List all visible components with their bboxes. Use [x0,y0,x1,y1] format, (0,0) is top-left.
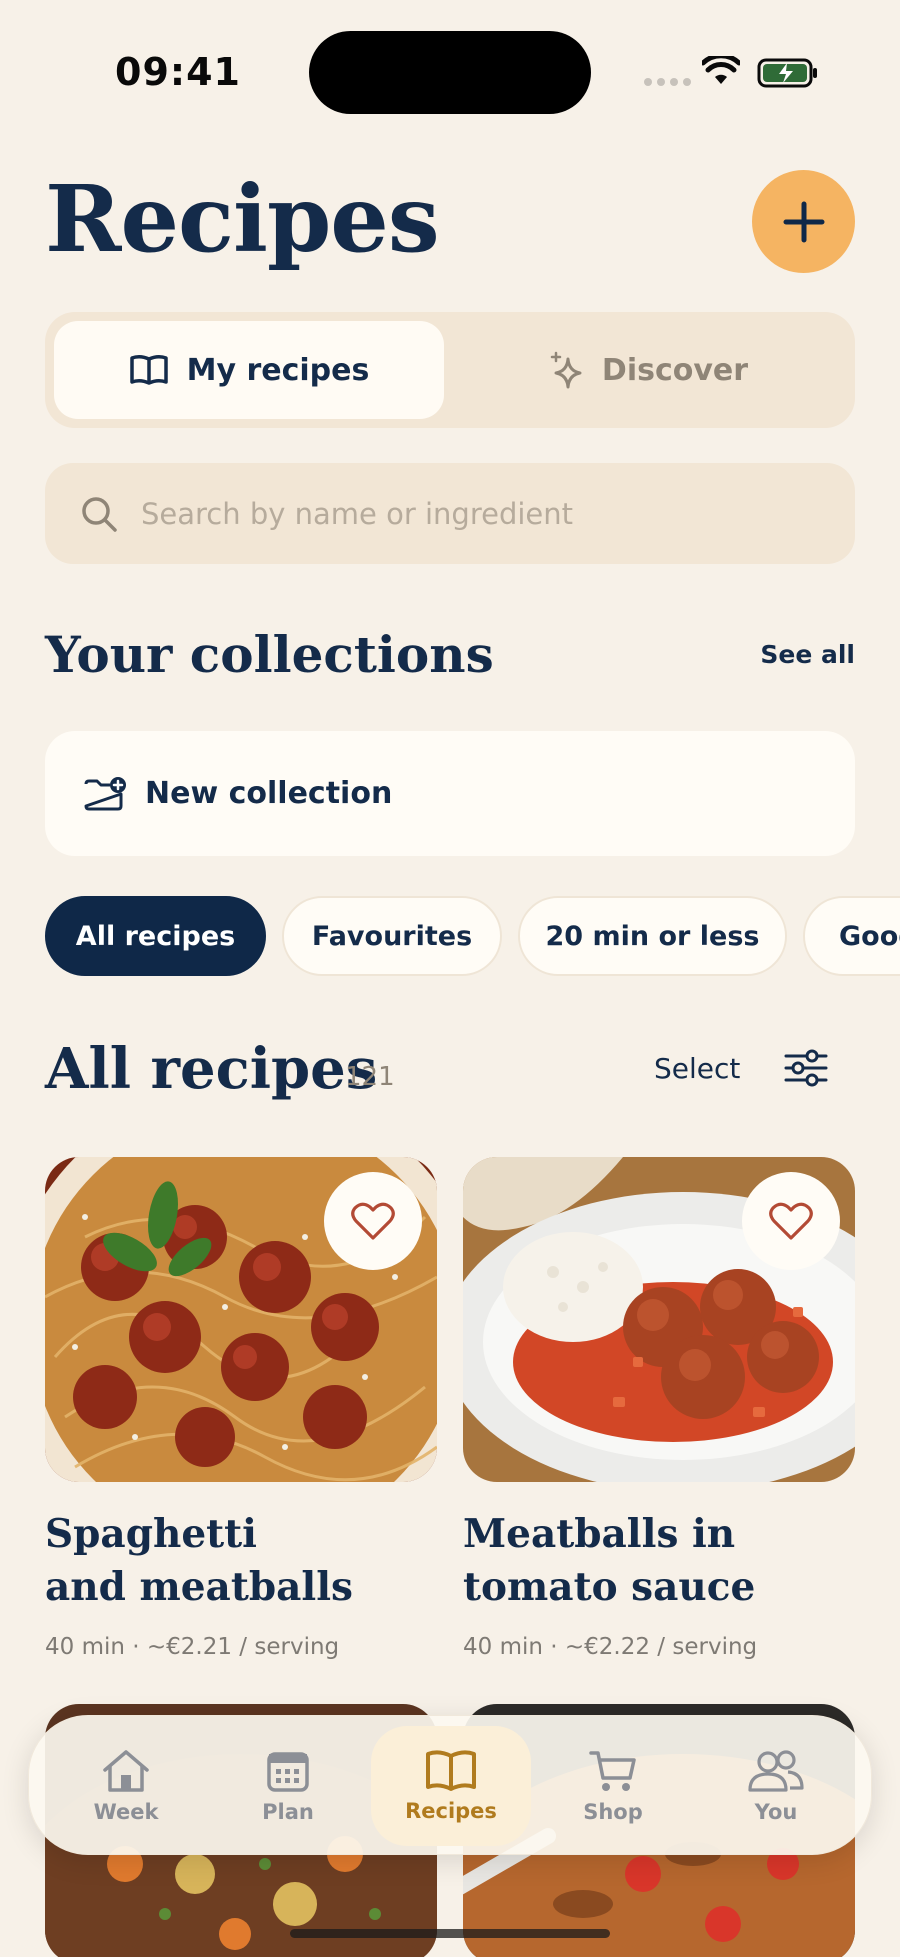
nav-item-label: Recipes [405,1799,497,1823]
plus-icon [783,201,824,242]
sliders-icon[interactable] [782,1048,830,1088]
open-book-icon [129,354,168,385]
recipes-tabs: My recipes Discover [45,312,855,428]
users-icon [748,1750,804,1792]
recipe-title: Meatballs in tomato sauce [463,1508,855,1614]
status-bar: 09:41 [0,0,900,140]
recipe-title-line: Spaghetti [45,1511,257,1557]
recipe-card[interactable]: Spaghetti and meatballs 40 min · ~€2.21 … [45,1157,437,1660]
heart-icon [769,1202,813,1240]
nav-item-shop[interactable]: Shop [543,1716,683,1856]
battery-icon [757,58,817,88]
all-recipes-title: All recipes [45,1036,378,1102]
tab-discover[interactable]: Discover [450,321,846,419]
tab-my-recipes-label: My recipes [186,352,370,388]
collections-title: Your collections [45,625,494,684]
home-icon [103,1750,149,1792]
nav-item-recipes[interactable]: Recipes [381,1716,521,1856]
nav-item-label: Plan [262,1800,314,1824]
cellular-signal-icon [644,78,691,86]
recipe-image-spaghetti [45,1157,437,1482]
recipe-meta: 40 min · ~€2.21 / serving [45,1634,340,1660]
tab-discover-label: Discover [601,352,749,388]
calendar-icon [267,1752,309,1792]
see-all-link[interactable]: See all [760,640,855,669]
recipe-count: 121 [345,1062,395,1092]
open-book-icon [426,1750,476,1791]
recipe-card[interactable]: Meatballs in tomato sauce 40 min · ~€2.2… [463,1157,855,1660]
nav-item-week[interactable]: Week [56,1716,196,1856]
chip-good[interactable]: Good [803,896,900,976]
folder-plus-icon [84,776,126,810]
chip-favourites[interactable]: Favourites [282,896,502,976]
wifi-icon [702,56,740,84]
recipe-image-meatballs [463,1157,855,1482]
nav-item-plan[interactable]: Plan [218,1716,358,1856]
chip-all-recipes[interactable]: All recipes [45,896,266,976]
cart-icon [589,1751,636,1791]
search-bar [45,463,855,564]
sparkle-icon [550,351,582,389]
tab-my-recipes[interactable]: My recipes [54,321,444,419]
favourite-button[interactable] [324,1172,422,1270]
nav-item-label: You [754,1800,798,1824]
select-button[interactable]: Select [654,1052,740,1085]
nav-item-you[interactable]: You [706,1716,846,1856]
filter-chips: All recipes Favourites 20 min or less Go… [45,896,900,976]
recipe-title: Spaghetti and meatballs [45,1508,437,1614]
bottom-nav: Week Plan Recipes Shop You [28,1715,872,1855]
chip-20-min[interactable]: 20 min or less [518,896,787,976]
page-title: Recipes [45,165,440,273]
search-icon [82,496,117,532]
recipe-meta: 40 min · ~€2.22 / serving [463,1634,758,1660]
status-time: 09:41 [115,50,241,94]
search-input[interactable] [141,496,801,531]
recipe-title-line: and meatballs [45,1564,353,1610]
new-collection-label: New collection [145,776,393,811]
add-recipe-button[interactable] [752,170,855,273]
nav-item-label: Shop [583,1800,643,1824]
home-indicator[interactable] [290,1929,610,1938]
recipe-title-line: Meatballs in [463,1511,736,1557]
dynamic-island [309,31,591,114]
recipe-title-line: tomato sauce [463,1564,756,1610]
heart-icon [351,1202,395,1240]
favourite-button[interactable] [742,1172,840,1270]
nav-item-label: Week [93,1800,159,1824]
new-collection-button[interactable]: New collection [45,731,855,856]
